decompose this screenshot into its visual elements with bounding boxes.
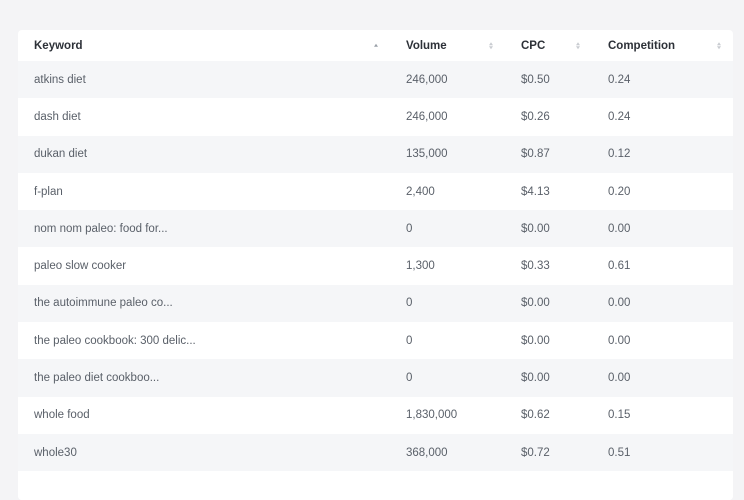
cell-volume: 1,830,000 [406,409,458,422]
table-row[interactable]: nom nom paleo: food for... 0 $0.00 0.00 [18,210,733,248]
table-row[interactable]: the paleo cookbook: 300 delic... 0 $0.00… [18,322,733,360]
cell-keyword: paleo slow cooker [34,260,127,273]
cell-volume: 246,000 [406,73,448,86]
cell-keyword: the paleo diet cookboo... [34,372,160,385]
cell-volume: 0 [406,297,413,310]
cell-keyword: the paleo cookbook: 300 delic... [34,334,196,347]
sort-both-icon[interactable] [489,41,493,50]
cell-cpc [505,471,592,500]
table-body: atkins diet 246,000 $0.50 0.24 dash diet… [18,61,733,500]
cell-volume: 0 [406,334,413,347]
table-row[interactable]: whole food 1,830,000 $0.62 0.15 [18,396,733,434]
column-header-cpc[interactable]: CPC [505,30,592,61]
cell-competition: 0.00 [608,297,631,310]
cell-volume [390,471,505,500]
cell-competition [592,471,733,500]
keyword-table: Keyword Volume CPC Competition atkins di… [18,30,733,500]
cell-keyword: dash diet [34,110,81,123]
table-row[interactable]: the paleo diet cookboo... 0 $0.00 0.00 [18,359,733,397]
cell-cpc: $0.00 [521,297,550,310]
table-row[interactable]: f-plan 2,400 $4.13 0.20 [18,172,733,211]
table-row[interactable]: the autoimmune paleo co... 0 $0.00 0.00 [18,284,733,323]
cell-cpc: $0.00 [521,334,550,347]
cell-volume: 1,300 [406,260,435,273]
column-header-keyword[interactable]: Keyword [18,30,390,61]
cell-cpc: $0.62 [521,409,550,422]
cell-competition: 0.00 [608,222,631,235]
cell-competition: 0.51 [608,446,631,459]
column-header-keyword-label: Keyword [34,39,83,52]
sort-both-icon[interactable] [717,41,721,50]
cell-cpc: $0.33 [521,260,550,273]
cell-keyword [18,471,390,500]
cell-cpc: $0.00 [521,222,550,235]
cell-competition: 0.00 [608,334,631,347]
cell-competition: 0.24 [608,110,631,123]
cell-cpc: $0.72 [521,446,550,459]
table-header: Keyword Volume CPC Competition [18,30,733,61]
sort-ascending-icon[interactable] [374,43,378,48]
cell-volume: 0 [406,222,413,235]
cell-competition: 0.12 [608,148,631,161]
column-header-competition-label: Competition [608,39,676,52]
sort-both-icon[interactable] [576,41,580,50]
cell-volume: 246,000 [406,110,448,123]
cell-volume: 2,400 [406,185,435,198]
cell-keyword: dukan diet [34,148,88,161]
cell-cpc: $0.26 [521,110,550,123]
cell-cpc: $0.50 [521,73,550,86]
cell-cpc: $0.00 [521,372,550,385]
cell-competition: 0.24 [608,73,631,86]
cell-keyword: the autoimmune paleo co... [34,297,173,310]
column-header-volume-label: Volume [406,39,447,52]
cell-cpc: $0.87 [521,148,550,161]
cell-keyword: nom nom paleo: food for... [34,222,168,235]
table-row[interactable]: atkins diet 246,000 $0.50 0.24 [18,61,733,99]
cell-volume: 135,000 [406,148,448,161]
table-row-partially-visible[interactable] [18,471,733,500]
header-row: Keyword Volume CPC Competition [18,30,733,61]
column-header-volume[interactable]: Volume [390,30,505,61]
table-row[interactable]: dash diet 246,000 $0.26 0.24 [18,98,733,136]
cell-competition: 0.61 [608,260,631,273]
cell-keyword: whole food [34,409,90,422]
column-header-cpc-label: CPC [521,39,546,52]
table-row[interactable]: paleo slow cooker 1,300 $0.33 0.61 [18,247,733,285]
cell-competition: 0.20 [608,185,631,198]
keyword-table-panel: Keyword Volume CPC Competition atkins di… [18,30,733,500]
cell-competition: 0.00 [608,372,631,385]
cell-keyword: whole30 [34,446,77,459]
cell-competition: 0.15 [608,409,631,422]
table-row[interactable]: whole30 368,000 $0.72 0.51 [18,433,733,472]
cell-volume: 0 [406,372,413,385]
cell-volume: 368,000 [406,446,448,459]
table-row[interactable]: dukan diet 135,000 $0.87 0.12 [18,135,733,173]
cell-cpc: $4.13 [521,185,550,198]
cell-keyword: f-plan [34,185,63,198]
cell-keyword: atkins diet [34,73,86,86]
column-header-competition[interactable]: Competition [592,30,733,61]
